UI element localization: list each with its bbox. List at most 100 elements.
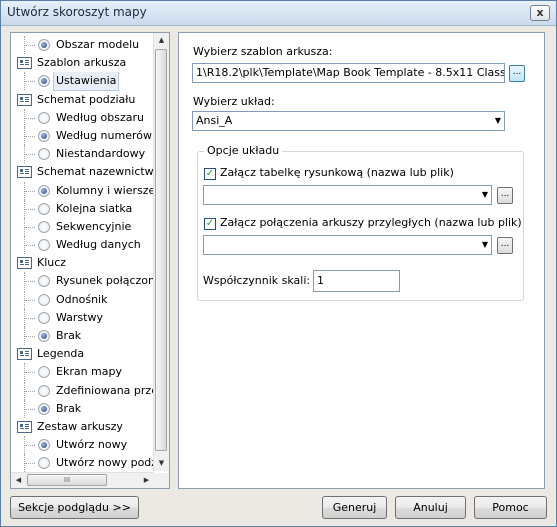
radio-button[interactable] [38, 439, 50, 452]
chevron-down-icon: ▼ [481, 190, 488, 199]
tree-item-label: Schemat nazewnictwa [37, 165, 154, 179]
scale-label: Współczynnik skali: [203, 274, 311, 287]
tree-item-label: Legenda [37, 347, 85, 361]
scroll-thumb[interactable] [155, 49, 167, 451]
tree-option[interactable]: Kolumny i wiersze [11, 181, 154, 200]
tree-guide-line [24, 126, 37, 145]
title-block-select[interactable]: ▼ [203, 185, 492, 205]
window-title: Utwórz skoroszyt mapy [7, 5, 147, 19]
template-path-field[interactable]: 1\R18.2\plk\Template\Map Book Template -… [192, 63, 505, 83]
tree-vertical-scrollbar[interactable]: ▲ ▼ [153, 33, 169, 471]
adjacent-sheets-label: Załącz połączenia arkuszy przyległych (n… [220, 216, 522, 229]
title-bar[interactable]: Utwórz skoroszyt mapy x [1, 1, 556, 26]
tree-horizontal-scrollbar[interactable]: ◀ III ▶ [11, 472, 154, 488]
tree-category[interactable]: Szablon arkusza [11, 54, 154, 72]
tree-item-label: Klucz [37, 256, 67, 270]
tree-item-label: Szablon arkusza [37, 56, 127, 70]
radio-button[interactable] [38, 384, 50, 397]
tree-category[interactable]: Klucz [11, 254, 154, 272]
browse-adjacent-button[interactable]: ... [497, 237, 513, 254]
tree-option[interactable]: Zdefiniowana przez [11, 381, 154, 400]
tree-option[interactable]: Kolejna siatka [11, 199, 154, 218]
horizontal-scroll-thumb[interactable]: III [27, 474, 107, 486]
tree-option[interactable]: Brak [11, 399, 154, 418]
adjacent-sheets-checkbox[interactable]: ✓ [204, 218, 216, 230]
tree-category[interactable]: Schemat podziału [11, 91, 154, 109]
radio-button[interactable] [38, 129, 50, 142]
radio-button[interactable] [38, 457, 50, 470]
tree-guide-line [24, 290, 37, 309]
tree-guide-line [24, 381, 37, 400]
radio-button[interactable] [38, 239, 50, 252]
tree-option[interactable]: Sekwencyjnie [11, 217, 154, 236]
tree-guide-line [24, 272, 37, 291]
radio-button[interactable] [38, 202, 50, 215]
tree-guide-line [24, 327, 37, 345]
radio-button[interactable] [38, 330, 50, 342]
scroll-up-icon[interactable]: ▲ [154, 33, 169, 48]
tree-item-label: Zdefiniowana przez [56, 383, 154, 397]
tree-option[interactable]: Warstwy [11, 308, 154, 327]
browse-title-block-button[interactable]: ... [497, 187, 513, 204]
radio-button[interactable] [38, 184, 50, 197]
tree-item-label: Kolumny i wiersze [56, 183, 154, 197]
tree-item-label: Utwórz nowy podz [56, 456, 154, 470]
title-block-checkbox[interactable]: ✓ [204, 168, 216, 180]
tree-option[interactable]: Utwórz nowy podz [11, 454, 154, 473]
close-button[interactable]: x [530, 5, 550, 21]
tree-option[interactable]: Według danych [11, 236, 154, 255]
tree-guide-line [24, 36, 37, 54]
tree-option[interactable]: Odnośnik [11, 290, 154, 309]
radio-button[interactable] [38, 220, 50, 233]
tree-guide-line [24, 436, 37, 455]
scroll-left-icon[interactable]: ◀ [11, 473, 26, 488]
help-button[interactable]: Pomoc [474, 496, 547, 519]
radio-button[interactable] [38, 311, 50, 324]
layout-value: Ansi_A [196, 114, 233, 127]
radio-button[interactable] [38, 75, 50, 88]
tree-guide-line [24, 363, 37, 382]
tree-guide-line [24, 236, 37, 255]
radio-button[interactable] [38, 111, 50, 124]
radio-button[interactable] [38, 275, 50, 288]
tree-option[interactable]: Ustawienia [11, 72, 154, 91]
tree-item-label: Według obszaru [56, 110, 145, 124]
generate-button[interactable]: Generuj [322, 496, 387, 519]
settings-tree[interactable]: Obszar modelu Szablon arkusza Ustawienia Sc… [10, 32, 170, 489]
tree-guide-line [24, 199, 37, 218]
tree-option[interactable]: Brak [11, 327, 154, 345]
radio-button[interactable] [38, 366, 50, 379]
tree-category[interactable]: Schemat nazewnictwa [11, 163, 154, 181]
browse-template-button[interactable]: ... [509, 65, 525, 82]
radio-button[interactable] [38, 402, 50, 415]
tree-guide-line [24, 108, 37, 127]
tree-category[interactable]: Zestaw arkuszy [11, 418, 154, 436]
scale-input[interactable]: 1 [313, 270, 400, 292]
page-icon [17, 57, 32, 70]
dialog-window: Utwórz skoroszyt mapy x Obszar modelu Sza… [0, 0, 557, 527]
tree-option[interactable]: Niestandardowy [11, 145, 154, 164]
chevron-down-icon: ▼ [481, 240, 488, 249]
tree-item-label: Ekran mapy [56, 365, 122, 379]
tree-category[interactable]: Legenda [11, 345, 154, 363]
tree-option[interactable]: Według numerów [11, 126, 154, 145]
scroll-down-icon[interactable]: ▼ [154, 456, 169, 471]
scroll-right-icon[interactable]: ▶ [139, 473, 154, 488]
tree-option[interactable]: Obszar modelu [11, 36, 154, 54]
tree-option[interactable]: Ekran mapy [11, 363, 154, 382]
tree-option[interactable]: Utwórz nowy [11, 436, 154, 455]
preview-sections-button[interactable]: Sekcje podglądu >> [10, 496, 139, 519]
page-icon [17, 257, 32, 270]
cancel-button[interactable]: Anuluj [395, 496, 466, 519]
title-block-label: Załącz tabelkę rysunkową (nazwa lub plik… [220, 166, 454, 179]
radio-button[interactable] [38, 293, 50, 306]
tree-option[interactable]: Rysunek połączony [11, 272, 154, 291]
tree-item-label: Odnośnik [56, 292, 108, 306]
radio-button[interactable] [38, 39, 50, 51]
page-icon [17, 166, 32, 179]
adjacent-sheets-select[interactable]: ▼ [203, 235, 492, 255]
layout-select[interactable]: Ansi_A ▼ [192, 111, 505, 131]
layout-options-title: Opcje układu [204, 144, 283, 157]
tree-option[interactable]: Według obszaru [11, 108, 154, 127]
radio-button[interactable] [38, 148, 50, 161]
